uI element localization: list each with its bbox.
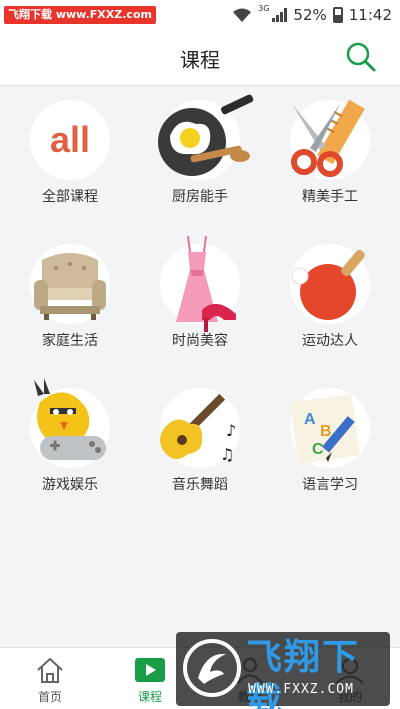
category-label: 厨房能手: [172, 189, 228, 205]
battery-icon: [332, 7, 343, 23]
clock: 11:42: [348, 6, 392, 24]
header: 课程: [0, 30, 400, 86]
category-label: 时尚美容: [172, 333, 228, 349]
ping-pong-icon: [291, 249, 365, 320]
dress-heels-icon: [176, 235, 236, 332]
battery-percent: 52%: [293, 6, 327, 24]
letter-a: A: [304, 411, 316, 428]
category-all-courses[interactable]: all 全部课程: [10, 86, 130, 216]
all-courses-icon: all: [50, 119, 90, 160]
category-label: 精美手工: [302, 189, 358, 205]
watermark-logo-icon: [183, 639, 241, 697]
category-games[interactable]: 游戏娱乐: [10, 374, 130, 504]
category-label: 语言学习: [302, 477, 358, 493]
category-music-dance[interactable]: ♪ ♫ 音乐舞蹈: [140, 374, 260, 504]
watermark-overlay: 飞翔下载 WWW.FXXZ.COM: [176, 632, 390, 709]
status-bar: 飞翔下载 www.FXXZ.com 3G 52% 11:42: [0, 0, 400, 30]
status-icons: 3G 52% 11:42: [232, 4, 392, 26]
home-icon: [37, 657, 63, 683]
network-type: 3G: [258, 4, 270, 13]
category-language[interactable]: A B C 语言学习: [270, 374, 390, 504]
game-controller-icon: [34, 378, 106, 460]
watermark-url: WWW.FXXZ.COM: [248, 682, 354, 697]
search-icon[interactable]: [344, 40, 378, 74]
category-label: 全部课程: [42, 189, 98, 205]
category-handcraft[interactable]: 精美手工: [270, 86, 390, 216]
watermark-badge: 飞翔下载 www.FXXZ.com: [4, 6, 156, 24]
scissors-ruler-icon: [291, 99, 365, 177]
tab-label: 首页: [37, 690, 62, 704]
category-home-life[interactable]: 家庭生活: [10, 230, 130, 360]
category-label: 运动达人: [302, 333, 358, 349]
svg-text:♪: ♪: [226, 421, 236, 440]
category-label: 游戏娱乐: [42, 477, 98, 493]
wifi-icon: [233, 8, 252, 22]
frying-pan-icon: [158, 94, 254, 176]
sofa-icon: [34, 253, 106, 320]
category-label: 家庭生活: [42, 333, 98, 349]
category-label: 音乐舞蹈: [172, 477, 228, 493]
category-kitchen[interactable]: 厨房能手: [140, 86, 260, 216]
svg-text:♫: ♫: [220, 445, 234, 464]
play-icon: [135, 658, 165, 682]
letter-c: C: [312, 441, 324, 458]
category-sports[interactable]: 运动达人: [270, 230, 390, 360]
page-title: 课程: [180, 48, 220, 72]
watermark-text: 飞翔下载: [246, 637, 361, 709]
letter-b: B: [320, 423, 332, 440]
all-courses-art-text: all: [50, 119, 90, 160]
abc-pencil-icon: A B C: [290, 394, 360, 464]
tab-home[interactable]: 首页: [0, 648, 100, 709]
signal-icon: [272, 8, 288, 22]
guitar-icon: ♪ ♫: [160, 393, 236, 464]
category-fashion-beauty[interactable]: 时尚美容: [140, 230, 260, 360]
